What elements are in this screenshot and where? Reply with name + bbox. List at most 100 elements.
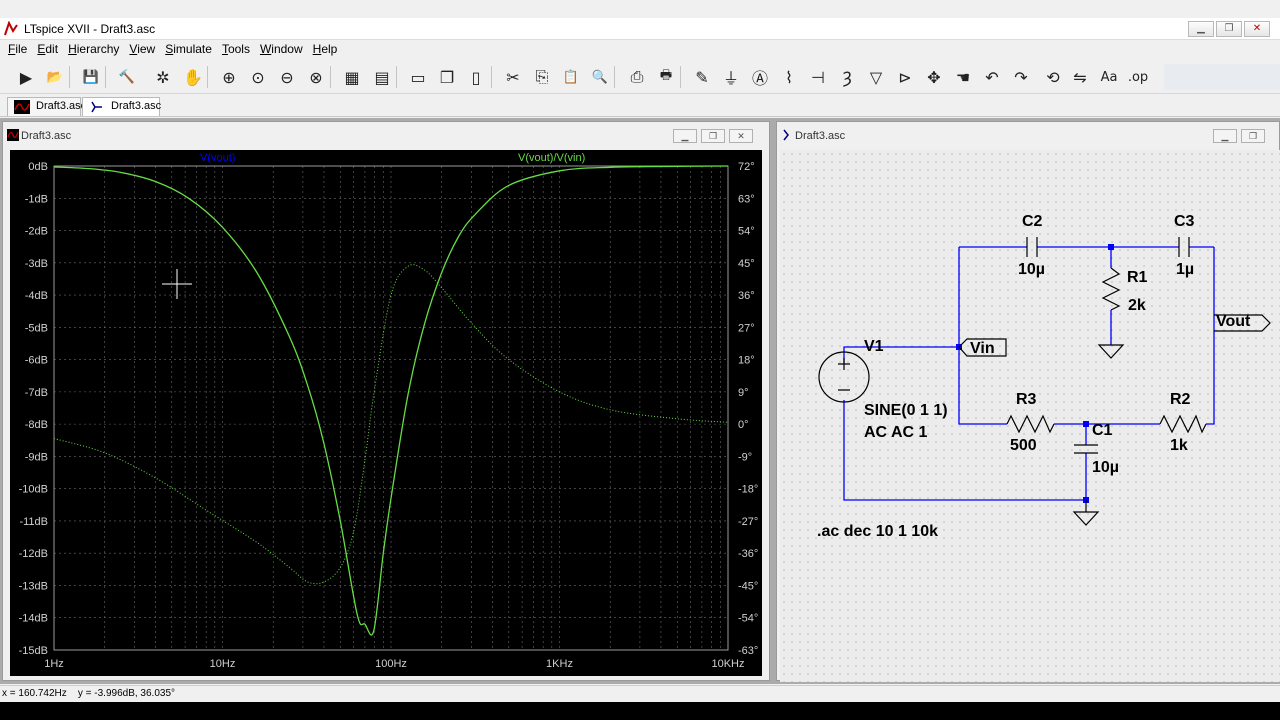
paste-icon[interactable]: 📋 — [559, 65, 583, 89]
v1-name: V1 — [864, 338, 884, 355]
waveform-window-controls: ▁ ❐ ✕ — [673, 129, 753, 143]
text-icon[interactable]: Aa — [1097, 65, 1121, 89]
maximize-button[interactable]: ❐ — [1216, 21, 1242, 37]
plot-restore-button[interactable]: ❐ — [701, 129, 725, 143]
copy-icon[interactable]: ⎘ — [530, 65, 554, 89]
tile-horizontal-icon[interactable]: ▭ — [406, 65, 430, 89]
c1-ground-icon[interactable] — [1072, 500, 1100, 526]
y-left-tick-label: 0dB — [28, 161, 48, 173]
y-left-tick-label: -10dB — [19, 484, 48, 496]
r1-value: 2k — [1128, 297, 1146, 314]
c3-value: 1µ — [1176, 261, 1194, 278]
diode-icon[interactable]: ▽ — [864, 65, 888, 89]
trace-label-vout: V(vout) — [200, 152, 235, 164]
ground-icon[interactable]: ⏚ — [719, 65, 743, 89]
save-icon[interactable]: 💾 — [79, 65, 103, 89]
component-icon[interactable]: ⊳ — [893, 65, 917, 89]
run-icon[interactable]: ▶ — [14, 65, 38, 89]
spice-directive[interactable]: .ac dec 10 1 10k — [817, 523, 938, 540]
x-tick-label: 1Hz — [44, 658, 64, 670]
drag-icon[interactable]: ☚ — [951, 65, 975, 89]
resistor-icon[interactable]: ⌇ — [777, 65, 801, 89]
wire-vin-r3[interactable] — [958, 347, 1007, 425]
y-right-tick-label: -9° — [738, 451, 752, 463]
y-right-tick-label: -45° — [738, 580, 758, 592]
menu-view[interactable]: View — [125, 40, 159, 59]
y-left-tick-label: -15dB — [19, 645, 48, 657]
menu-edit[interactable]: Edit — [33, 40, 62, 59]
y-right-tick-label: 54° — [738, 226, 755, 238]
bode-plot[interactable]: 0dB -1dB -2dB -3dB -4dB -5dB -6dB -7dB -8dB -9dB -… — [10, 150, 762, 676]
undo-icon[interactable]: ↶ — [980, 65, 1004, 89]
schematic-drawing[interactable]: C2 10µ C3 1µ R1 2k R3 500 R2 1k C1 10µ V… — [780, 150, 1280, 682]
autorange-icon[interactable]: ▦ — [340, 65, 364, 89]
grid-icon[interactable]: ▤ — [370, 65, 394, 89]
redo-icon[interactable]: ↷ — [1009, 65, 1033, 89]
schematic-minimize-button[interactable]: ▁ — [1213, 129, 1237, 143]
r1-ground-icon[interactable] — [1097, 344, 1125, 359]
zoom-in-icon[interactable]: ⊕ — [217, 65, 241, 89]
vout-label[interactable]: Vout — [1216, 313, 1251, 330]
menu-hierarchy[interactable]: Hierarchy — [64, 40, 123, 59]
capacitor-icon[interactable]: ⊣ — [806, 65, 830, 89]
tile-vertical-icon[interactable]: ▯ — [464, 65, 488, 89]
schematic-restore-button[interactable]: ❐ — [1241, 129, 1265, 143]
toolbar-separator — [614, 66, 615, 88]
label-net-icon[interactable]: Ⓐ — [748, 65, 772, 89]
print-preview-icon[interactable]: ⎙ — [625, 65, 649, 89]
plot-minimize-button[interactable]: ▁ — [673, 129, 697, 143]
c1-value: 10µ — [1092, 459, 1119, 476]
c1-symbol[interactable] — [1074, 444, 1098, 454]
plot-close-button[interactable]: ✕ — [729, 129, 753, 143]
r1-symbol[interactable] — [1101, 267, 1121, 311]
zoom-full-icon[interactable]: ⊙ — [246, 65, 270, 89]
move-icon[interactable]: ✥ — [922, 65, 946, 89]
y-right-tick-label: 36° — [738, 290, 755, 302]
cut-icon[interactable]: ✂ — [501, 65, 525, 89]
menu-tools[interactable]: Tools — [218, 40, 254, 59]
r2-symbol[interactable] — [1159, 414, 1207, 434]
waveform-window-header: Draft3.asc ▁ ❐ ✕ — [3, 122, 769, 148]
inductor-icon[interactable]: Ȝ — [835, 65, 859, 89]
pan-icon[interactable]: ✋ — [181, 65, 205, 89]
spice-directive-icon[interactable]: .op — [1126, 65, 1150, 89]
halt-icon[interactable]: ✲ — [151, 65, 175, 89]
crosshair-cursor-icon — [162, 269, 192, 299]
c2-name: C2 — [1022, 213, 1043, 230]
print-icon[interactable]: 🖶 — [654, 65, 678, 89]
y-right-tick-label: -54° — [738, 613, 758, 625]
r3-symbol[interactable] — [1006, 414, 1055, 434]
zoom-cancel-icon[interactable]: ⊗ — [304, 65, 328, 89]
y-right-tick-label: 9° — [738, 387, 749, 399]
open-icon[interactable]: 📂 — [43, 65, 67, 89]
menu-simulate[interactable]: Simulate — [161, 40, 216, 59]
schematic-window-title: Draft3.asc — [795, 130, 846, 142]
rotate-icon[interactable]: ⟲ — [1041, 65, 1065, 89]
c3-symbol[interactable] — [1178, 237, 1190, 257]
zoom-out-icon[interactable]: ⊖ — [275, 65, 299, 89]
cascade-icon[interactable]: ❐ — [435, 65, 459, 89]
c1-name: C1 — [1092, 422, 1113, 439]
tab-plot[interactable]: Draft3.asc — [7, 97, 86, 116]
c2-symbol[interactable] — [1026, 237, 1038, 257]
wire-right[interactable] — [1206, 247, 1215, 425]
y-right-tick-label: 27° — [738, 322, 755, 334]
window-controls: ▁ ❐ ✕ — [1188, 21, 1270, 37]
menu-help[interactable]: Help — [309, 40, 342, 59]
minimize-button[interactable]: ▁ — [1188, 21, 1214, 37]
wire-v1-vin[interactable] — [843, 346, 959, 363]
draw-wire-icon[interactable]: ✎ — [690, 65, 714, 89]
plot-pane[interactable]: 0dB -1dB -2dB -3dB -4dB -5dB -6dB -7dB -8dB -9dB -… — [10, 150, 762, 676]
schematic-canvas[interactable]: C2 10µ C3 1µ R1 2k R3 500 R2 1k C1 10µ V… — [780, 150, 1280, 682]
screen-border-bottom — [0, 702, 1280, 720]
control-panel-icon[interactable]: 🔨 — [115, 65, 139, 89]
vin-label[interactable]: Vin — [970, 340, 995, 357]
menu-file[interactable]: File — [4, 40, 31, 59]
find-icon[interactable]: 🔍 — [588, 65, 612, 89]
y-right-tick-label: -18° — [738, 484, 758, 496]
mirror-icon[interactable]: ⇋ — [1068, 65, 1092, 89]
x-tick-label: 10Hz — [210, 658, 236, 670]
close-button[interactable]: ✕ — [1244, 21, 1270, 37]
menu-window[interactable]: Window — [256, 40, 307, 59]
tab-schematic[interactable]: Draft3.asc — [82, 97, 161, 116]
